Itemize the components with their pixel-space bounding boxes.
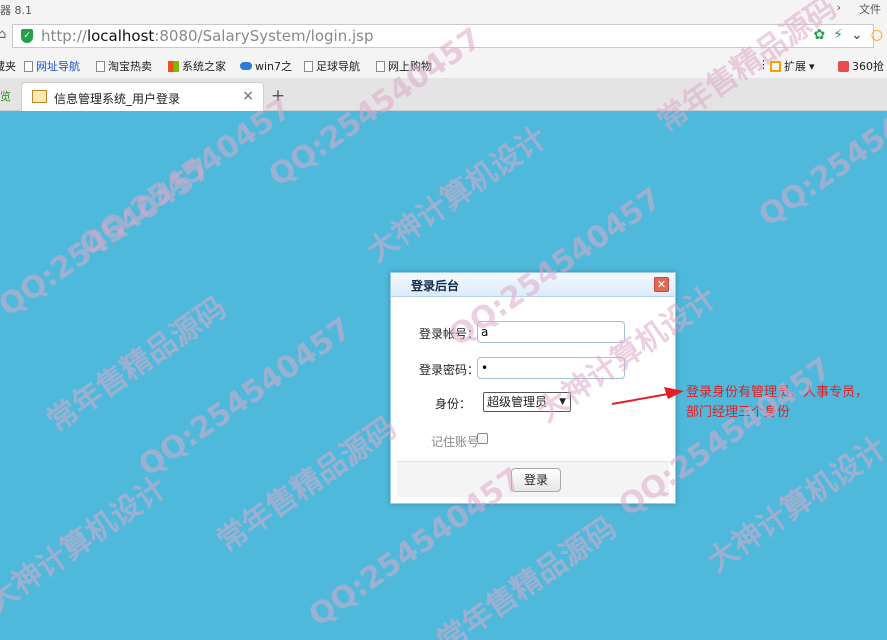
more-icon[interactable]: ⋮ xyxy=(758,58,769,71)
security-shield-icon[interactable]: ✓ xyxy=(21,29,33,43)
dialog-footer: 登录 xyxy=(397,461,669,497)
tab-title: 信息管理系统_用户登录 xyxy=(54,92,181,106)
home-icon[interactable]: ⌂ xyxy=(0,27,6,42)
close-tab-icon[interactable]: × xyxy=(242,88,254,104)
password-row: 登录密码： • xyxy=(391,357,677,381)
account-label: 登录帐号： xyxy=(418,327,479,341)
login-button[interactable]: 登录 xyxy=(511,468,561,492)
bookmark-win7[interactable]: win7之 xyxy=(240,58,292,74)
menu-chevron-icon[interactable]: › xyxy=(837,1,841,17)
password-label: 登录密码： xyxy=(418,363,479,377)
window-title: 器 8.1 xyxy=(0,4,32,17)
refresh-icon[interactable]: ✿ xyxy=(813,27,825,43)
windows-icon xyxy=(168,60,179,72)
bookmark-shopping[interactable]: 网上购物 xyxy=(376,58,432,74)
chart-favicon-icon xyxy=(32,90,47,103)
page-icon xyxy=(376,60,385,72)
bookmark-football[interactable]: 足球导航 xyxy=(304,58,360,74)
password-input[interactable]: • xyxy=(477,357,625,379)
extensions-button[interactable]: 扩展 ▾ xyxy=(770,58,815,74)
annotation-text: 登录身份有管理员，人事专员，部门经理三个身份 xyxy=(686,385,869,420)
remember-checkbox[interactable] xyxy=(477,433,488,444)
bookmark-url-nav[interactable]: 网址导航 xyxy=(24,58,80,74)
close-icon[interactable]: ✕ xyxy=(654,277,669,292)
new-tab-button[interactable]: + xyxy=(266,84,290,108)
gift-icon xyxy=(838,60,849,72)
page-icon xyxy=(96,60,105,72)
dropdown-chevron-icon[interactable]: ⌄ xyxy=(851,27,863,43)
account-input[interactable]: a xyxy=(477,321,625,343)
search-icon[interactable]: ○ xyxy=(871,27,883,43)
page-icon xyxy=(304,60,313,72)
remember-row: 记住账号 xyxy=(391,429,677,453)
tab-active[interactable]: 信息管理系统_用户登录 × xyxy=(21,82,264,111)
select-arrow-icon: ▼ xyxy=(559,397,566,407)
role-row: 身份： 超级管理员 ▼ xyxy=(391,391,677,415)
address-toolbar: ⌂ ✓ http://localhost:8080/SalarySystem/l… xyxy=(0,18,887,52)
bookmark-360[interactable]: 360抢 xyxy=(838,58,884,74)
bookmark-xitong[interactable]: 系统之家 xyxy=(168,58,226,74)
window-titlebar: 器 8.1 › 文件 xyxy=(0,0,887,18)
login-dialog: 登录后台 ✕ 登录帐号： a 登录密码： • 身份： 超级管理员 ▼ 记住账号 … xyxy=(390,272,676,504)
bookmark-taobao[interactable]: 淘宝热卖 xyxy=(96,58,152,74)
url-text[interactable]: http://localhost:8080/SalarySystem/login… xyxy=(41,27,374,45)
address-input[interactable]: ✓ http://localhost:8080/SalarySystem/log… xyxy=(12,24,883,48)
dialog-header: 登录后台 ✕ xyxy=(391,273,675,297)
account-row: 登录帐号： a xyxy=(391,321,677,345)
role-label: 身份： xyxy=(434,397,471,411)
speed-bolt-icon[interactable]: ⚡ xyxy=(833,27,843,43)
bookmarks-bar: 藏夹 网址导航 淘宝热卖 系统之家 win7之 足球导航 网上购物 ⋮ 扩展▾ … xyxy=(0,52,887,78)
page-icon xyxy=(24,60,33,72)
tab-fragment[interactable]: 览 xyxy=(0,88,11,104)
remember-label: 记住账号 xyxy=(430,435,479,449)
role-select[interactable]: 超级管理员 ▼ xyxy=(483,392,571,412)
grid-icon xyxy=(770,60,781,72)
tab-strip: 览 信息管理系统_用户登录 × + xyxy=(0,78,887,111)
eye-icon xyxy=(240,62,252,70)
menu-file[interactable]: 文件 xyxy=(859,1,881,17)
dialog-title: 登录后台 xyxy=(411,279,460,293)
bookmark-favorites[interactable]: 藏夹 xyxy=(0,58,16,74)
